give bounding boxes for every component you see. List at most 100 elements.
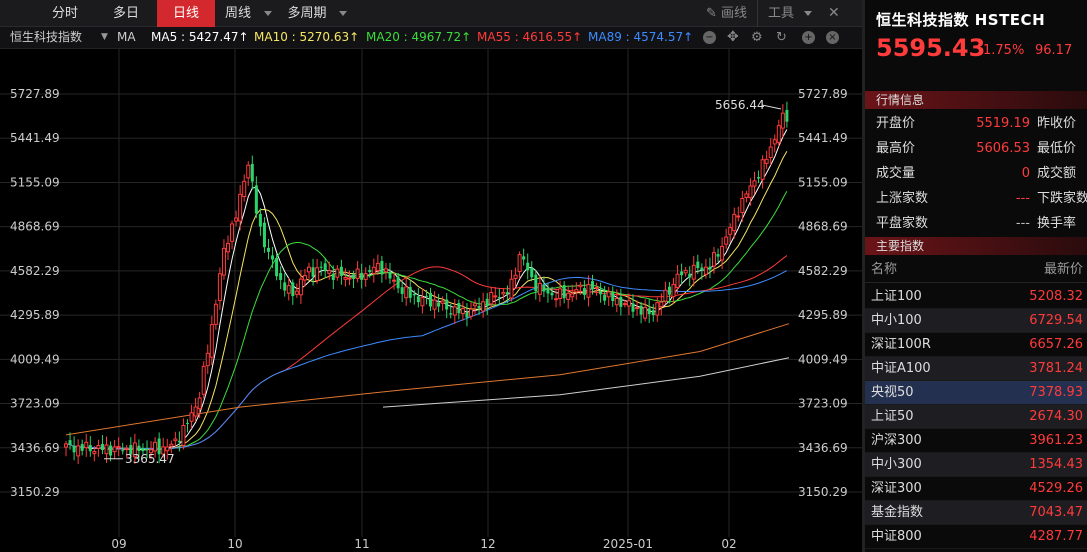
symbol-label: 恒生科技指数 [10, 30, 83, 44]
index-name: 上证100 [871, 289, 922, 304]
index-row[interactable]: 上证100 5208.32 [865, 285, 1087, 309]
candle-body-up [440, 300, 445, 304]
weekly-dropdown-icon[interactable] [264, 11, 272, 16]
close-circle-icon[interactable]: × [826, 31, 839, 44]
candle-body-up [740, 198, 745, 213]
candle-body-down [275, 257, 279, 277]
candle-body-up [242, 180, 247, 197]
candle-body-up [169, 443, 174, 447]
index-row[interactable]: 沪深300 3961.23 [865, 429, 1087, 453]
gear-icon[interactable]: ⚙ [751, 27, 763, 48]
candle-body-down [100, 444, 104, 450]
y-tick-label-right: 5155.09 [798, 175, 848, 189]
candle-body-down [68, 440, 72, 445]
candle-body-up [371, 266, 376, 274]
candle-body-up [622, 303, 627, 306]
refresh-icon[interactable]: ↻ [776, 27, 787, 48]
index-row[interactable]: 央视50 7378.93 [865, 381, 1087, 405]
index-name: 中小100 [871, 313, 922, 328]
y-tick-label-left: 5727.89 [10, 87, 60, 101]
tab-multi-period[interactable]: 多周期 [281, 0, 333, 27]
candle-body-up [703, 266, 708, 275]
candle-body-down [611, 292, 615, 302]
candle-body-up [347, 277, 352, 280]
index-section-header: 主要指数 [865, 237, 1087, 255]
candle-body-up [558, 288, 563, 299]
quote-label: 最高价 [876, 141, 916, 156]
ma89-value: MA89 : 4574.57↑ [588, 30, 694, 44]
plus-icon[interactable]: + [802, 31, 815, 44]
candle-body-down [408, 287, 412, 298]
close-icon[interactable]: ✕ [828, 0, 840, 27]
candle-body-up [392, 279, 397, 282]
ma55-value: MA55 : 4616.55↑ [477, 30, 583, 44]
y-tick-label-left: 3436.69 [10, 441, 60, 455]
candle-body-down [311, 267, 315, 277]
index-row[interactable]: 上证50 2674.30 [865, 405, 1087, 429]
index-name: 央视50 [871, 385, 914, 400]
candle-body-up [246, 164, 251, 179]
candle-body-up [663, 289, 668, 302]
candle-body-up [760, 159, 765, 180]
ma10-value: MA10 : 5270.63↑ [254, 30, 360, 44]
candle-body-down [477, 306, 481, 309]
indicator-name[interactable]: MA [117, 27, 136, 48]
tab-intraday[interactable]: 分时 [40, 0, 90, 27]
candle-body-up [335, 268, 340, 278]
index-row[interactable]: 中证A100 3781.24 [865, 357, 1087, 381]
candle-body-up [517, 254, 522, 273]
candle-body-up [226, 242, 230, 253]
quote-section-header: 行情信息 [865, 91, 1087, 109]
index-row[interactable]: 深证300 4529.26 [865, 477, 1087, 501]
quote-value: --- [1015, 191, 1030, 206]
candle-body-up [655, 302, 660, 316]
candle-body-down [339, 266, 343, 276]
tab-daily[interactable]: 日线 [157, 0, 215, 27]
y-tick-label-left: 5155.09 [10, 175, 60, 189]
index-row[interactable]: 中小300 1354.43 [865, 453, 1087, 477]
candle-body-down [562, 285, 566, 299]
move-icon[interactable]: ✥ [727, 27, 739, 48]
kline-chart[interactable]: 5727.89 5727.89 5441.49 5441.49 5155.09 5155.… [0, 49, 862, 552]
quote-row: 最高价 5606.53 最低价 [865, 136, 1087, 161]
candle-body-down [412, 293, 416, 296]
indicator-dropdown-icon[interactable]: ▼ [101, 27, 108, 48]
tools-dropdown-icon[interactable] [804, 11, 812, 16]
index-row[interactable]: 中小100 6729.54 [865, 309, 1087, 333]
quote-label-2: 昨收价 [1037, 116, 1077, 131]
candle-body-up [537, 282, 542, 295]
candlesticks [64, 101, 789, 465]
candle-body-down [137, 445, 141, 451]
index-row[interactable]: 基金指数 7043.47 [865, 501, 1087, 525]
minus-icon[interactable]: − [703, 31, 716, 44]
candle-body-down [352, 274, 356, 279]
candle-body-down [186, 422, 189, 424]
y-tick-label-right: 5441.49 [798, 131, 848, 145]
draw-line-button[interactable]: ✎ 画线 [706, 0, 747, 27]
candle-body-up [404, 286, 409, 299]
index-row[interactable]: 深证100R 6657.26 [865, 333, 1087, 357]
candle-body-down [319, 266, 323, 268]
candle-body-down [380, 261, 384, 275]
candle-body-up [574, 289, 579, 293]
candle-body-up [201, 365, 206, 395]
multi-period-dropdown-icon[interactable] [339, 11, 347, 16]
y-tick-label-right: 4868.69 [798, 220, 848, 234]
tab-weekly[interactable]: 周线 [218, 0, 258, 27]
quote-label: 平盘家数 [876, 216, 929, 231]
index-row[interactable]: 中证800 4287.77 [865, 525, 1087, 549]
index-price: 4287.77 [1029, 529, 1083, 544]
candle-body-up [307, 266, 311, 273]
candle-body-down [323, 263, 327, 272]
candle-body-down [429, 292, 432, 307]
candle-body-down [757, 177, 761, 179]
candle-body-up [234, 217, 239, 222]
candle-body-down [647, 308, 651, 315]
tab-multi-day[interactable]: 多日 [98, 0, 154, 27]
quote-label-2: 下跌家数 [1037, 191, 1087, 206]
candle-body-down [696, 261, 700, 269]
tools-button[interactable]: 工具 [768, 0, 794, 27]
candle-body-up [104, 444, 109, 455]
candle-body-up [238, 193, 243, 222]
index-price: 2674.30 [1029, 409, 1083, 424]
